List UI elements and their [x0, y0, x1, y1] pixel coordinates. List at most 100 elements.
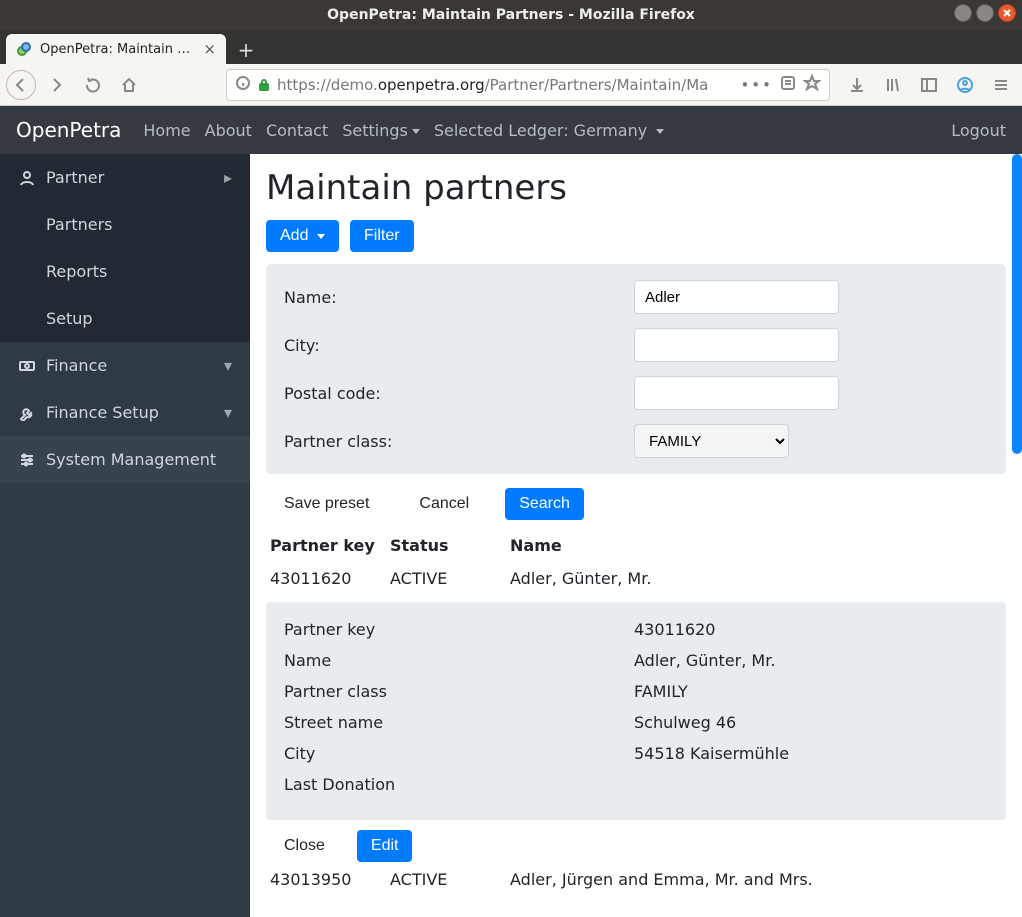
- detail-value: FAMILY: [634, 682, 988, 701]
- bookmark-star-icon[interactable]: [803, 74, 821, 96]
- sidebar-toggle-icon[interactable]: [914, 70, 944, 100]
- nav-about[interactable]: About: [205, 121, 252, 140]
- sidebar-item-system-management[interactable]: System Management: [0, 436, 250, 483]
- main-content: Maintain partners Add Filter Name: City:…: [250, 154, 1022, 917]
- chevron-down-icon: [656, 129, 664, 134]
- os-window-titlebar: OpenPetra: Maintain Partners - Mozilla F…: [0, 0, 1022, 30]
- detail-edit-button[interactable]: Edit: [357, 830, 413, 862]
- search-button[interactable]: Search: [505, 488, 584, 520]
- page-actions-icon[interactable]: •••: [740, 76, 773, 94]
- table-header-row: Partner key Status Name: [266, 530, 1006, 561]
- chevron-down-icon: [317, 234, 325, 239]
- col-status: Status: [386, 530, 506, 561]
- filter-button[interactable]: Filter: [350, 220, 414, 252]
- save-preset-button[interactable]: Save preset: [270, 488, 383, 520]
- add-button[interactable]: Add: [266, 220, 339, 252]
- filter-postal-label: Postal code:: [284, 384, 634, 403]
- wrench-icon: [18, 404, 36, 422]
- detail-label: Partner key: [284, 620, 634, 639]
- filter-class-label: Partner class:: [284, 432, 634, 451]
- sidebar-item-label: Partners: [46, 215, 112, 234]
- filter-name-input[interactable]: [634, 280, 839, 314]
- filter-class-select[interactable]: FAMILY: [634, 424, 789, 458]
- menu-icon[interactable]: [986, 70, 1016, 100]
- nav-settings[interactable]: Settings: [342, 121, 420, 140]
- window-maximize-button[interactable]: [976, 4, 994, 22]
- results-table: Partner key Status Name 43011620 ACTIVE …: [266, 530, 1006, 897]
- brand[interactable]: OpenPetra: [16, 118, 121, 142]
- sidebar: Partner ▸ Partners Reports Setup Finance…: [0, 154, 250, 917]
- detail-value: Adler, Günter, Mr.: [634, 651, 988, 670]
- page-title: Maintain partners: [266, 168, 1006, 208]
- nav-reload-button[interactable]: [78, 70, 108, 100]
- cell-status: ACTIVE: [386, 561, 506, 596]
- nav-selected-ledger[interactable]: Selected Ledger: Germany: [434, 121, 664, 140]
- window-close-button[interactable]: [998, 4, 1016, 22]
- sidebar-item-setup[interactable]: Setup: [0, 295, 250, 342]
- cell-name: Adler, Günter, Mr.: [506, 561, 1006, 596]
- nav-forward-button[interactable]: [42, 70, 72, 100]
- filter-panel: Name: City: Postal code: Partner class: …: [266, 264, 1006, 474]
- filter-name-label: Name:: [284, 288, 634, 307]
- chevron-down-icon: ▾: [224, 403, 232, 422]
- sidebar-item-label: Setup: [46, 309, 93, 328]
- sidebar-item-label: Finance: [46, 356, 107, 375]
- filter-city-input[interactable]: [634, 328, 839, 362]
- detail-close-button[interactable]: Close: [270, 830, 339, 862]
- sidebar-item-label: Finance Setup: [46, 403, 159, 422]
- col-name: Name: [506, 530, 1006, 561]
- downloads-icon[interactable]: [842, 70, 872, 100]
- site-info-icon[interactable]: [235, 75, 251, 95]
- app-root: OpenPetra Home About Contact Settings Se…: [0, 106, 1022, 917]
- user-icon: [18, 169, 36, 187]
- tab-close-icon[interactable]: ×: [203, 40, 216, 58]
- table-row[interactable]: 43011620 ACTIVE Adler, Günter, Mr.: [266, 561, 1006, 596]
- cell-key: 43013950: [266, 862, 386, 897]
- sliders-icon: [18, 451, 36, 469]
- money-icon: [18, 357, 36, 375]
- favicon-icon: [16, 41, 32, 57]
- nav-back-button[interactable]: [6, 70, 36, 100]
- account-icon[interactable]: [950, 70, 980, 100]
- filter-city-label: City:: [284, 336, 634, 355]
- lock-icon: [257, 78, 271, 92]
- filter-postal-input[interactable]: [634, 376, 839, 410]
- detail-label: Street name: [284, 713, 634, 732]
- sidebar-item-reports[interactable]: Reports: [0, 248, 250, 295]
- sidebar-item-partner[interactable]: Partner ▸: [0, 154, 250, 201]
- detail-value: 54518 Kaisermühle: [634, 744, 988, 763]
- url-bar[interactable]: https://demo.openpetra.org/Partner/Partn…: [226, 69, 830, 101]
- window-minimize-button[interactable]: [954, 4, 972, 22]
- cell-name: Adler, Jürgen and Emma, Mr. and Mrs.: [506, 862, 1006, 897]
- browser-tab[interactable]: OpenPetra: Maintain Par ×: [6, 34, 226, 64]
- table-row[interactable]: 43013950 ACTIVE Adler, Jürgen and Emma, …: [266, 862, 1006, 897]
- cancel-button[interactable]: Cancel: [405, 488, 483, 520]
- nav-contact[interactable]: Contact: [266, 121, 328, 140]
- app-navbar: OpenPetra Home About Contact Settings Se…: [0, 106, 1022, 154]
- browser-tab-strip: OpenPetra: Maintain Par × +: [0, 30, 1022, 64]
- sidebar-item-partners[interactable]: Partners: [0, 201, 250, 248]
- detail-label: City: [284, 744, 634, 763]
- os-window-title: OpenPetra: Maintain Partners - Mozilla F…: [327, 7, 695, 23]
- nav-home-button[interactable]: [114, 70, 144, 100]
- sidebar-item-label: System Management: [46, 450, 216, 469]
- detail-value: [634, 775, 988, 794]
- new-tab-button[interactable]: +: [232, 36, 260, 64]
- detail-label: Partner class: [284, 682, 634, 701]
- sidebar-item-finance[interactable]: Finance ▾: [0, 342, 250, 389]
- scrollbar-thumb[interactable]: [1012, 154, 1022, 454]
- cell-status: ACTIVE: [386, 862, 506, 897]
- detail-value: 43011620: [634, 620, 988, 639]
- chevron-down-icon: [412, 129, 420, 134]
- url-text: https://demo.openpetra.org/Partner/Partn…: [277, 76, 734, 94]
- reader-mode-icon[interactable]: [779, 74, 797, 96]
- detail-value: Schulweg 46: [634, 713, 988, 732]
- sidebar-item-finance-setup[interactable]: Finance Setup ▾: [0, 389, 250, 436]
- nav-home[interactable]: Home: [143, 121, 190, 140]
- browser-tab-title: OpenPetra: Maintain Par: [40, 42, 195, 57]
- library-icon[interactable]: [878, 70, 908, 100]
- partner-detail-panel: Partner key43011620 NameAdler, Günter, M…: [266, 602, 1006, 820]
- detail-label: Last Donation: [284, 775, 634, 794]
- sidebar-item-label: Reports: [46, 262, 107, 281]
- nav-logout[interactable]: Logout: [951, 121, 1006, 140]
